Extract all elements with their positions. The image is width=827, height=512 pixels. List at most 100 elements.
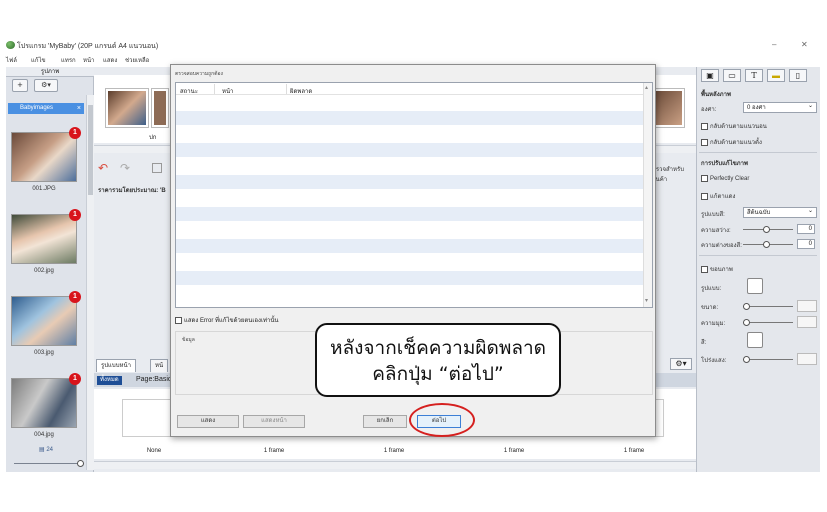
minimize-button[interactable]: –	[772, 40, 776, 49]
photo-thumb[interactable]: 1 004.jpg	[11, 373, 81, 438]
error-badge: 1	[69, 291, 81, 303]
show-button[interactable]: แสดง	[177, 415, 239, 428]
gear-icon: ⚙▾	[675, 359, 687, 368]
show-errors-checkbox[interactable]: แสดง Error ที่แก้ไขด้วยตนเองเท่านั้น	[175, 315, 279, 325]
error-row[interactable]	[176, 143, 644, 157]
info-legend: ข้อมูล	[182, 336, 195, 344]
perfectly-clear-label: Perfectly Clear	[710, 176, 750, 183]
tab-page-layout[interactable]: รูปแบบหน้า	[96, 359, 136, 372]
thumb-size-slider[interactable]	[14, 460, 84, 467]
photo-count: ▤ 24	[6, 444, 86, 456]
check-product-label: ตรวจสำหรับสินค้า	[652, 167, 685, 183]
checkbox-box[interactable]	[701, 192, 708, 200]
frame-size-value[interactable]	[797, 300, 817, 312]
error-row[interactable]	[176, 271, 644, 285]
photo-list-scrollbar[interactable]	[86, 95, 94, 470]
tab-page[interactable]: หน้	[150, 359, 169, 372]
photo-thumb[interactable]: 1 002.jpg	[11, 209, 81, 274]
cover-thumbnail[interactable]	[106, 89, 148, 127]
menu-insert[interactable]: แทรก	[61, 55, 76, 65]
error-row[interactable]	[176, 127, 644, 141]
layout-scrollbar[interactable]	[94, 461, 696, 469]
frame-icon[interactable]: ▭	[723, 69, 741, 82]
error-row[interactable]	[176, 223, 644, 237]
menu-edit[interactable]: แก้ไข	[31, 55, 46, 65]
close-album-icon[interactable]: ×	[77, 103, 81, 114]
contrast-value[interactable]: 0	[797, 239, 815, 249]
color-mode-select[interactable]: สีต้นฉบับ	[743, 206, 817, 218]
layout-settings-button[interactable]: ⚙▾	[670, 358, 692, 370]
page-icon[interactable]	[152, 163, 162, 173]
menu-view[interactable]: แสดง	[103, 55, 117, 65]
menu-help[interactable]: ช่วยเหลือ	[125, 55, 149, 65]
menu-file[interactable]: ไฟล์	[6, 55, 17, 65]
angle-select[interactable]: 0 องศา	[743, 101, 817, 113]
photo-caption: 004.jpg	[34, 432, 54, 438]
checkbox-box[interactable]	[701, 122, 708, 130]
rotate-left-icon[interactable]: ↶	[98, 161, 108, 175]
album-tab-label: Babyimages	[20, 105, 54, 111]
album-tab[interactable]: Babyimages ×	[8, 103, 84, 114]
show-page-button[interactable]: แสดงหน้า	[243, 415, 305, 428]
slider-knob[interactable]	[743, 303, 750, 310]
frame-type-label: รูปแบบ:	[701, 286, 722, 292]
title-bar: โปรแกรม 'MyBaby' (20P แกรนด์ A4 แนวนอน) …	[0, 38, 827, 52]
checkbox-box[interactable]	[701, 265, 708, 273]
flip-horizontal-checkbox[interactable]: กลับด้านตามแนวนอน	[701, 121, 767, 131]
photo-settings-button[interactable]: ⚙▾	[34, 79, 58, 92]
frame-round-slider[interactable]	[743, 319, 793, 326]
error-list-scrollbar[interactable]: ▴ ▾	[643, 83, 652, 307]
menu-page[interactable]: หน้า	[83, 55, 94, 65]
checkbox-box[interactable]	[701, 138, 708, 146]
scroll-up-icon[interactable]: ▴	[645, 84, 648, 91]
app-icon	[6, 41, 15, 49]
error-row[interactable]	[176, 239, 644, 253]
page-thumbnail[interactable]	[152, 89, 168, 127]
slider-knob[interactable]	[763, 226, 770, 233]
photo-thumb[interactable]: 1 003.jpg	[11, 291, 81, 356]
rotate-right-icon[interactable]: ↷	[120, 161, 130, 175]
frame-round-value[interactable]	[797, 316, 817, 328]
red-eye-checkbox[interactable]: แก้ตาแดง	[701, 191, 735, 201]
scroll-down-icon[interactable]: ▾	[645, 297, 648, 304]
contrast-slider[interactable]	[743, 241, 793, 248]
add-image-icon[interactable]: ▣	[701, 69, 719, 82]
scroll-thumb[interactable]	[88, 105, 93, 195]
error-row[interactable]	[176, 207, 644, 221]
error-row[interactable]	[176, 111, 644, 125]
error-row[interactable]	[176, 95, 644, 109]
photo-thumb[interactable]: 1 001.JPG	[11, 127, 81, 192]
cancel-button[interactable]: ยกเลิก	[363, 415, 407, 428]
frame-color-picker[interactable]	[747, 332, 763, 348]
frame-type-picker[interactable]	[747, 278, 763, 294]
checkbox-box[interactable]	[701, 175, 708, 182]
frame-checkbox[interactable]: ขอบภาพ	[701, 264, 733, 274]
brightness-slider[interactable]	[743, 226, 793, 233]
frame-alpha-value[interactable]	[797, 353, 817, 365]
filter-all[interactable]: ทั้งหมด	[97, 376, 122, 385]
page-icon[interactable]: ▯	[789, 69, 807, 82]
slider-knob[interactable]	[743, 356, 750, 363]
page-thumbnail[interactable]	[654, 89, 684, 127]
error-row[interactable]	[176, 191, 644, 205]
error-row[interactable]	[176, 287, 644, 301]
error-row[interactable]	[176, 159, 644, 173]
flip-vertical-checkbox[interactable]: กลับด้านตามแนวตั้ง	[701, 137, 762, 147]
slider-knob[interactable]	[77, 460, 84, 467]
perfectly-clear-checkbox[interactable]: Perfectly Clear	[701, 175, 749, 182]
error-row[interactable]	[176, 255, 644, 269]
text-icon[interactable]: T	[745, 69, 763, 82]
close-window-button[interactable]: ✕	[801, 40, 808, 49]
brightness-value[interactable]: 0	[797, 224, 815, 234]
frame-alpha-slider[interactable]	[743, 356, 793, 363]
filter-page-basic[interactable]: Page:Basic	[136, 376, 171, 383]
frame-size-slider[interactable]	[743, 303, 793, 310]
error-row[interactable]	[176, 175, 644, 189]
highlight-icon[interactable]: ▬	[767, 69, 785, 82]
price-estimate: ราคารวมโดยประมาณ: 'B	[98, 188, 166, 194]
slider-knob[interactable]	[743, 319, 750, 326]
slider-knob[interactable]	[763, 241, 770, 248]
add-photo-button[interactable]: +	[12, 79, 28, 92]
column-divider	[214, 84, 215, 94]
checkbox-box[interactable]	[175, 316, 182, 324]
